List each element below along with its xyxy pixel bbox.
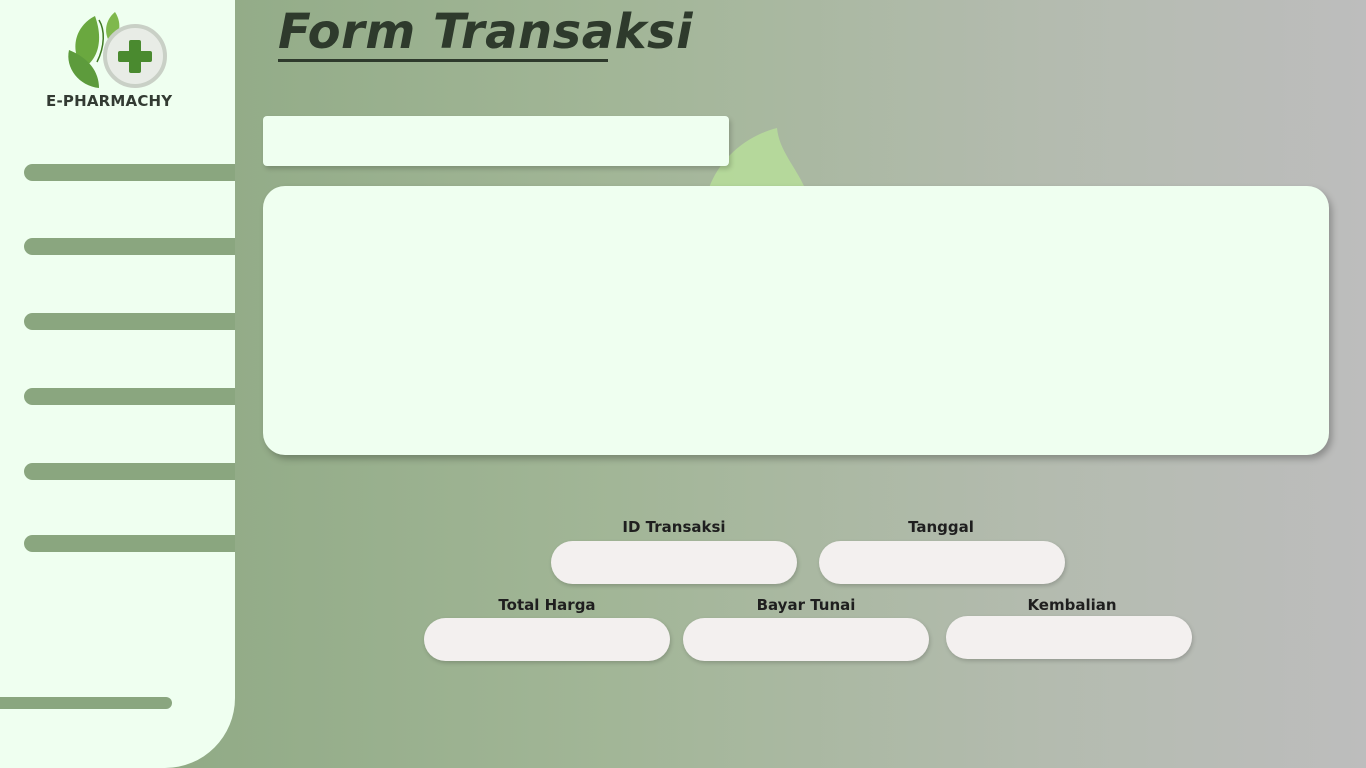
kembalian-field[interactable] [946, 616, 1192, 659]
page-title: Form Transaksi [278, 4, 694, 60]
transaction-table[interactable] [263, 186, 1329, 455]
sidebar-item-2[interactable] [24, 238, 235, 255]
total-harga-label: Total Harga [498, 596, 596, 614]
tanggal-field[interactable] [819, 541, 1065, 584]
leaf-cross-logo-icon [68, 12, 167, 88]
id-transaksi-field[interactable] [551, 541, 797, 584]
bayar-tunai-label: Bayar Tunai [756, 596, 856, 614]
sidebar-item-1[interactable] [24, 164, 235, 181]
title-underline [278, 59, 608, 62]
logout-button[interactable] [0, 697, 172, 709]
tanggal-label: Tanggal [908, 518, 974, 536]
id-transaksi-label: ID Transaksi [622, 518, 726, 536]
sidebar-item-3[interactable] [24, 313, 235, 330]
kembalian-label: Kembalian [1027, 596, 1117, 614]
brand-name: E-PHARMACHY [46, 92, 173, 110]
sidebar-item-5[interactable] [24, 463, 235, 480]
sidebar-item-4[interactable] [24, 388, 235, 405]
search-input[interactable] [263, 116, 729, 166]
sidebar: E-PHARMACHY [0, 0, 235, 768]
sidebar-item-6[interactable] [24, 535, 235, 552]
total-harga-field[interactable] [424, 618, 670, 661]
bayar-tunai-field[interactable] [683, 618, 929, 661]
